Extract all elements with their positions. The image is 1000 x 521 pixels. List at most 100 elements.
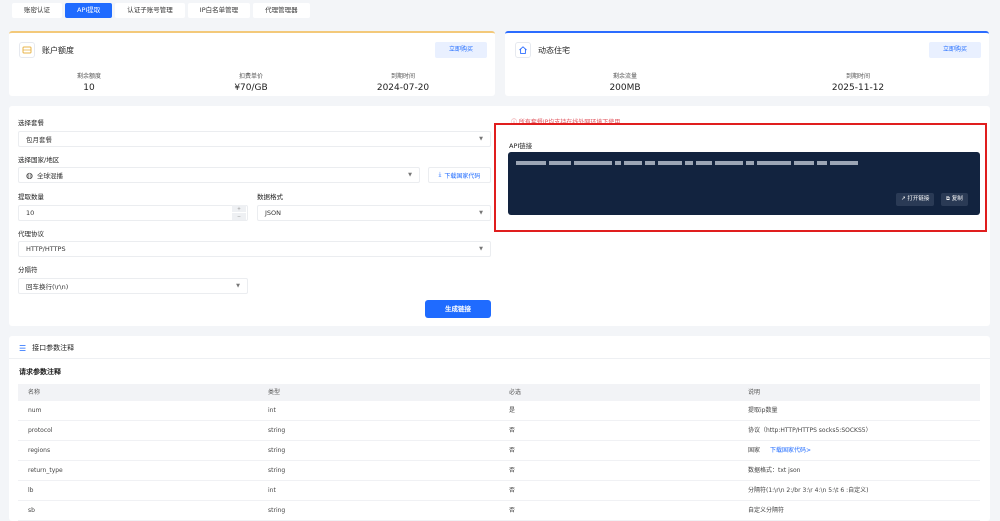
quota-stat-expiry: 到期时间 2024-07-20	[343, 71, 463, 93]
param-required: 否	[509, 447, 516, 454]
params-table-header: 名称 类型 必选 说明	[18, 384, 980, 401]
api-link-label: API链接	[509, 142, 533, 150]
separator-select-value: 回车换行(\r\n)	[26, 283, 69, 291]
quota-card-title: 账户额度	[42, 45, 74, 55]
residential-card-header: 动态住宅	[515, 42, 570, 58]
account-quota-card: 账户额度 立即购买 剩余额度 10 扣费单价 ¥70/GB 到期时间 2024-…	[9, 31, 495, 96]
download-country-codes-label: 下载国家代码	[444, 172, 481, 180]
open-link-label: 打开链接	[907, 196, 930, 202]
stat-label: 剩余流量	[612, 73, 637, 80]
download-country-codes-button[interactable]: ⤓ 下载国家代码	[428, 167, 491, 183]
stat-value: 2024-07-20	[376, 83, 430, 93]
quota-buy-button[interactable]: 立即购买	[435, 42, 487, 58]
copy-icon: ⧉	[946, 196, 950, 202]
tab-password-auth[interactable]: 账密认证	[12, 3, 62, 18]
chevron-down-icon: ▼	[408, 172, 412, 178]
param-description: 自定义分隔符	[748, 507, 785, 514]
region-select-content: ◍ 全球混播	[26, 170, 63, 181]
param-type: string	[268, 447, 286, 454]
region-select-value: 全球混播	[36, 172, 63, 180]
param-type: string	[268, 507, 286, 514]
quantity-label: 提取数量	[18, 193, 44, 201]
param-type: int	[268, 487, 276, 494]
tab-api-extract[interactable]: API提取	[65, 3, 113, 18]
copy-label: 复制	[951, 196, 963, 202]
tab-sub-accounts[interactable]: 认证子账号管理	[115, 3, 185, 18]
region-label: 选择国家/地区	[18, 156, 60, 164]
region-select[interactable]: ◍ 全球混播 ▼	[18, 167, 420, 183]
sliders-icon: ☰	[19, 343, 27, 353]
redacted-url	[516, 161, 858, 165]
quota-stat-price: 扣费单价 ¥70/GB	[191, 71, 311, 93]
download-country-codes-link[interactable]: 下载国家代码>	[770, 447, 811, 454]
table-row: protocol string 否 协议（http:HTTP/HTTPS soc…	[18, 421, 980, 441]
package-select[interactable]: 包月套餐 ▼	[18, 131, 491, 147]
param-required: 否	[509, 467, 516, 474]
tab-bar: 账密认证 API提取 认证子账号管理 IP白名单管理 代理管理器	[12, 3, 310, 18]
generate-link-button[interactable]: 生成链接	[425, 300, 491, 318]
residential-card-title: 动态住宅	[538, 45, 570, 55]
quantity-input[interactable]: 10	[18, 205, 248, 221]
stat-label: 扣费单价	[238, 73, 263, 80]
tab-ip-whitelist[interactable]: IP白名单管理	[187, 3, 251, 18]
decrement-icon[interactable]: －	[232, 213, 246, 220]
coins-icon	[19, 42, 35, 58]
package-label: 选择套餐	[18, 119, 44, 127]
chevron-down-icon: ▼	[236, 283, 240, 289]
param-required: 是	[509, 407, 516, 414]
chevron-down-icon: ▼	[479, 246, 483, 252]
param-description: 数据格式：txt json	[748, 467, 801, 474]
increment-icon[interactable]: ＋	[232, 205, 246, 212]
separator-select[interactable]: 回车换行(\r\n) ▼	[18, 278, 248, 294]
param-type: string	[268, 427, 286, 434]
param-type: string	[268, 467, 286, 474]
tab-proxy-manager[interactable]: 代理管理器	[253, 3, 310, 18]
column-header-name: 名称	[28, 389, 41, 396]
chevron-down-icon: ▼	[479, 136, 483, 142]
param-name: lb	[28, 487, 34, 494]
param-name: sb	[28, 507, 35, 514]
api-link-box[interactable]: ↗ 打开链接 ⧉ 复制	[508, 152, 980, 215]
param-name: return_type	[28, 467, 63, 474]
open-link-button[interactable]: ↗ 打开链接	[896, 193, 935, 206]
external-link-icon: ↗	[901, 196, 906, 202]
param-description-text: 国家	[748, 447, 761, 454]
home-icon	[515, 42, 531, 58]
protocol-select-value: HTTP/HTTPS	[26, 245, 66, 253]
copy-button[interactable]: ⧉ 复制	[941, 193, 968, 206]
residential-buy-button[interactable]: 立即购买	[929, 42, 981, 58]
table-row: lb int 否 分隔符(1:\r\n 2:/br 3:\r 4:\n 5:\t…	[18, 481, 980, 501]
stat-label: 到期时间	[845, 73, 870, 80]
stat-label: 到期时间	[390, 73, 415, 80]
quota-stat-remaining: 剩余额度 10	[29, 71, 149, 93]
param-required: 否	[509, 487, 516, 494]
params-table-title: 请求参数注释	[19, 368, 61, 376]
param-name: regions	[28, 447, 51, 454]
separator-label: 分隔符	[18, 266, 38, 274]
globe-icon: ◍	[26, 170, 33, 180]
protocol-select[interactable]: HTTP/HTTPS ▼	[18, 241, 491, 257]
table-row: sb string 否 自定义分隔符	[18, 501, 980, 521]
column-header-type: 类型	[268, 389, 281, 396]
param-description: 国家 下载国家代码>	[748, 441, 811, 460]
chevron-down-icon: ▼	[479, 210, 483, 216]
stat-value: 2025-11-12	[831, 83, 885, 93]
stat-value: ¥70/GB	[234, 83, 268, 93]
param-description: 分隔符(1:\r\n 2:/br 3:\r 4:\n 5:\t 6 :自定义)	[748, 487, 869, 494]
param-name: num	[28, 407, 42, 414]
quantity-value: 10	[26, 209, 35, 217]
residential-stat-expiry: 到期时间 2025-11-12	[798, 71, 918, 93]
param-required: 否	[509, 427, 516, 434]
params-card: ☰ 接口参数注释 请求参数注释 名称 类型 必选 说明 num int 是 提取…	[9, 336, 990, 521]
column-header-required: 必选	[509, 389, 522, 396]
params-section-title: 接口参数注释	[32, 344, 75, 352]
quota-card-header: 账户额度	[19, 42, 74, 58]
column-header-description: 说明	[748, 389, 761, 396]
stat-value: 200MB	[609, 83, 641, 93]
param-type: int	[268, 407, 276, 414]
residential-stat-traffic: 剩余流量 200MB	[565, 71, 685, 93]
param-description: 提取ip数量	[748, 407, 778, 414]
table-row: regions string 否 国家 下载国家代码>	[18, 441, 980, 461]
params-header: ☰ 接口参数注释	[19, 343, 74, 353]
format-select[interactable]: JSON ▼	[257, 205, 491, 221]
